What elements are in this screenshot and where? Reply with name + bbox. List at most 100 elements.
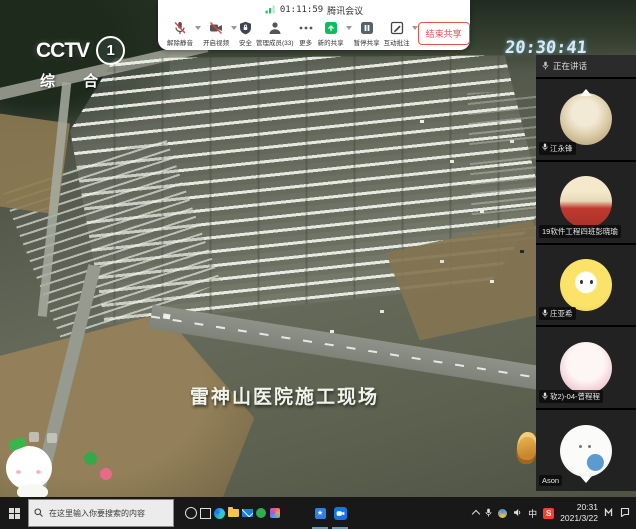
mail-icon: [242, 509, 253, 517]
speaking-indicator: 正在讲话: [536, 55, 636, 77]
search-input[interactable]: [47, 508, 168, 519]
unmute-label: 解除静音: [167, 37, 193, 47]
start-video-label: 开启视频: [203, 37, 229, 47]
start-video-button[interactable]: 开启视频: [201, 21, 231, 47]
scroll-up-arrow-icon[interactable]: [580, 89, 592, 96]
participant-name-badge: 软2)-04-曾程程: [539, 390, 603, 403]
cortana-icon: [185, 507, 197, 519]
participant-tile[interactable]: 软2)-04-曾程程: [536, 327, 636, 408]
meeting-toolbar: 01:11:59 腾讯会议 解除静音 开启视频 安全: [158, 0, 470, 50]
taskbar-open-apps: ★: [310, 497, 350, 529]
green-badge: [84, 452, 97, 465]
participant-name: Ason: [542, 476, 559, 485]
scroll-down-arrow-icon[interactable]: [580, 476, 592, 483]
unmute-button[interactable]: 解除静音: [165, 21, 195, 47]
task-view-icon: [200, 508, 211, 519]
meeting-app-name: 腾讯会议: [327, 4, 363, 17]
start-button[interactable]: [0, 497, 28, 529]
ime-indicator[interactable]: 中: [528, 507, 537, 520]
star-app-button[interactable]: ★: [310, 497, 330, 529]
file-explorer-button[interactable]: [226, 497, 240, 529]
participant-tile[interactable]: 庄亚希: [536, 245, 636, 326]
pink-badge: [100, 468, 112, 480]
green-app-button[interactable]: [254, 497, 268, 529]
members-icon: [268, 21, 282, 35]
photos-icon: [270, 508, 280, 518]
more-button[interactable]: 更多: [296, 21, 316, 47]
taskbar-apps: [184, 497, 282, 529]
security-button[interactable]: 安全: [237, 21, 254, 47]
task-view-button[interactable]: [198, 497, 212, 529]
mini-emote-icon: [47, 433, 57, 443]
action-center-icon[interactable]: [620, 504, 630, 522]
participant-name-badge: 江永锋: [539, 142, 576, 155]
clock-time: 20:31: [577, 502, 598, 513]
participant-tile[interactable]: 19软件工程四班彭晓瑜: [536, 162, 636, 243]
video-trucks: [163, 313, 171, 319]
cortana-button[interactable]: [184, 497, 198, 529]
green-app-icon: [256, 508, 266, 518]
mail-button[interactable]: [240, 497, 254, 529]
participant-tiles: 江永锋 19软件工程四班彭晓瑜 庄亚希 软2: [536, 77, 636, 491]
windows-logo-icon: [9, 508, 20, 519]
participant-mic-icon: [542, 392, 548, 402]
participant-mic-icon: [542, 309, 548, 319]
more-dots-icon: [298, 21, 314, 35]
meeting-timer: 01:11:59: [280, 5, 323, 15]
folder-icon: [228, 509, 239, 517]
cctv-logo: CCTV 1 综 合: [36, 36, 125, 91]
participant-name: 软2)-04-曾程程: [550, 391, 600, 402]
pause-share-label: 暂停共享: [354, 37, 380, 47]
shield-icon: [239, 21, 252, 35]
taskbar-clock[interactable]: 20:31 2021/3/22: [560, 502, 598, 523]
avatar: [560, 176, 612, 228]
screen: CCTV 1 综 合 20:30:41 雷神山医院施工现场 01:11:59 腾…: [0, 0, 636, 529]
search-icon: [34, 504, 43, 522]
participant-name: 江永锋: [550, 143, 573, 154]
mic-muted-icon: [173, 21, 187, 35]
tray-m-icon[interactable]: [604, 504, 614, 522]
channel-number-badge: 1: [96, 36, 125, 65]
pause-share-icon: [360, 21, 374, 35]
video-vehicle-dots: [420, 120, 424, 123]
share-screen-icon: [324, 21, 338, 35]
avatar: [560, 259, 612, 311]
manage-members-label: 管理成员(33): [256, 37, 294, 47]
edge-button[interactable]: [212, 497, 226, 529]
annotate-pen-icon: [390, 21, 404, 35]
participant-name-badge: 19软件工程四班彭晓瑜: [539, 225, 621, 238]
sogou-ime-icon[interactable]: S: [543, 508, 554, 519]
hidden-icons-chevron-icon[interactable]: [472, 510, 480, 518]
annotate-options-caret[interactable]: [412, 26, 418, 33]
tencent-meeting-taskbar-button[interactable]: [330, 497, 350, 529]
cctv-wordmark: CCTV: [36, 39, 89, 63]
manage-members-button[interactable]: 管理成员(33): [254, 21, 296, 47]
tencent-meeting-icon: [334, 507, 347, 520]
avatar: [560, 425, 612, 477]
taskbar-search[interactable]: [28, 499, 174, 527]
participant-name-badge: 庄亚希: [539, 307, 576, 320]
sticker-body: [17, 484, 48, 497]
end-share-button[interactable]: 结束共享: [418, 22, 470, 45]
tray-app-icon[interactable]: [498, 509, 507, 518]
participant-mic-icon: [542, 143, 548, 153]
tray-mic-icon[interactable]: [485, 504, 492, 522]
mini-emote-icon: [29, 432, 39, 442]
speaking-label: 正在讲话: [553, 60, 587, 72]
annotate-button[interactable]: 互动批注: [382, 21, 412, 47]
new-share-button[interactable]: 新的共享: [316, 21, 346, 47]
tray-speaker-icon[interactable]: [513, 504, 522, 522]
participants-sidebar: 正在讲话 江永锋 19软件工程四班彭晓瑜: [536, 55, 636, 491]
photos-button[interactable]: [268, 497, 282, 529]
pause-share-button[interactable]: 暂停共享: [352, 21, 382, 47]
speaking-mic-icon: [542, 61, 549, 72]
participant-name: 19软件工程四班彭晓瑜: [542, 226, 618, 237]
windows-taskbar: ★ 中 S 20:31 2021/3/22: [0, 497, 636, 529]
channel-subtitle: 综 合: [36, 70, 125, 91]
broadcast-caption: 雷神山医院施工现场: [190, 382, 379, 409]
edge-icon: [214, 508, 225, 519]
avatar: [560, 93, 612, 145]
avatar: [560, 342, 612, 394]
signal-icon: [265, 5, 276, 16]
participant-name-badge: Ason: [539, 475, 562, 486]
